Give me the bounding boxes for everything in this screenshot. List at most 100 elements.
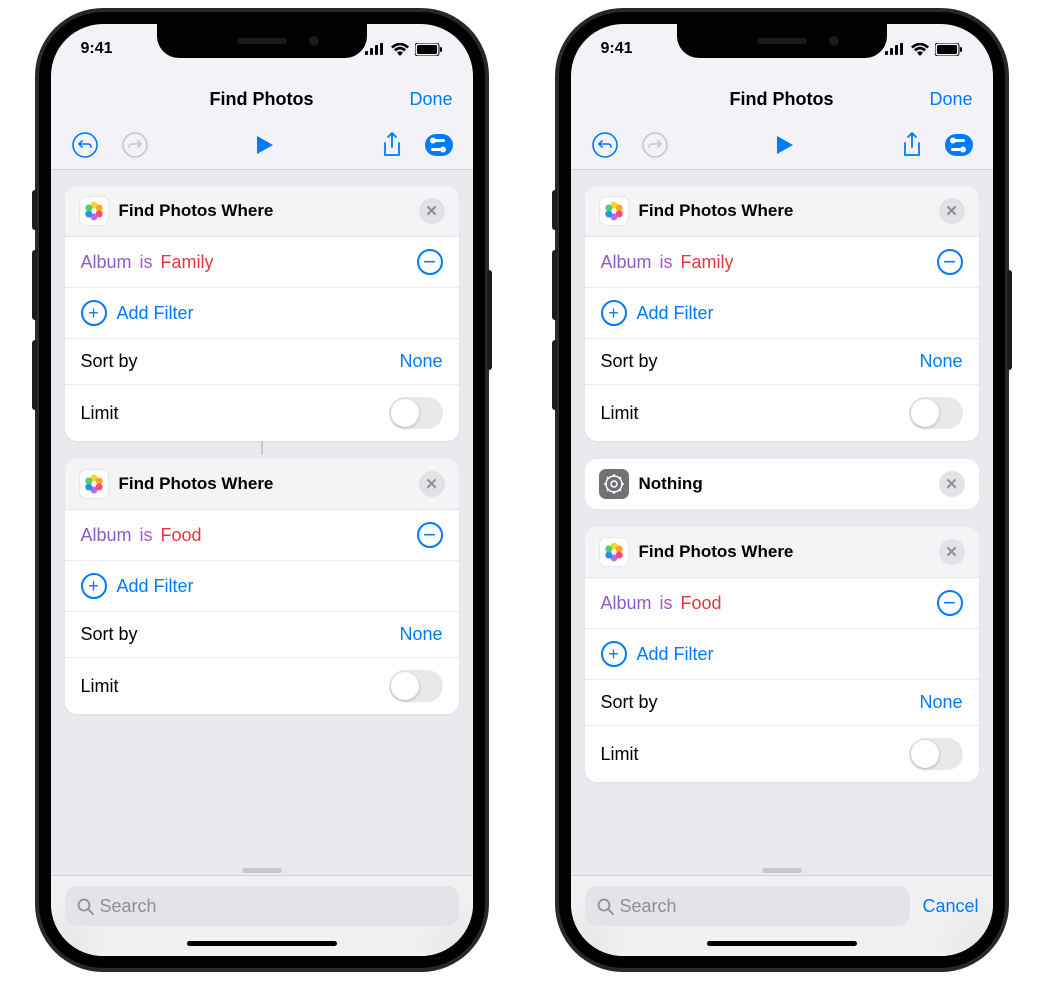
content-area: Find Photos Where ✕ Album is Family − + … — [571, 170, 993, 956]
limit-label: Limit — [81, 676, 119, 697]
wifi-icon — [391, 43, 409, 56]
limit-label: Limit — [601, 744, 639, 765]
photos-icon — [79, 196, 109, 226]
nothing-card[interactable]: Nothing ✕ — [585, 459, 979, 509]
sort-label: Sort by — [601, 351, 658, 372]
filter-row[interactable]: Album is Family − — [585, 237, 979, 288]
sort-value: None — [399, 351, 442, 372]
remove-filter-icon[interactable]: − — [937, 249, 963, 275]
content-area: Find Photos Where ✕ Album is Family − + … — [51, 170, 473, 956]
sort-value: None — [399, 624, 442, 645]
page-title: Find Photos — [730, 89, 834, 110]
search-icon — [597, 898, 614, 915]
card-title: Find Photos Where — [639, 201, 794, 221]
nav-bar: Find Photos Done — [571, 74, 993, 124]
grabber-handle[interactable] — [242, 868, 282, 873]
signal-icon — [885, 43, 905, 55]
home-indicator[interactable] — [707, 941, 857, 946]
limit-toggle[interactable] — [909, 397, 963, 429]
notch — [157, 24, 367, 58]
search-placeholder: Search — [620, 896, 677, 917]
sort-label: Sort by — [601, 692, 658, 713]
redo-button — [121, 131, 149, 159]
add-filter-label: Add Filter — [637, 644, 714, 665]
filter-field: Album — [601, 593, 652, 614]
remove-filter-icon[interactable]: − — [417, 522, 443, 548]
settings-button[interactable] — [945, 134, 973, 156]
play-button[interactable] — [775, 134, 795, 156]
limit-row: Limit — [65, 385, 459, 441]
add-filter-button[interactable]: + Add Filter — [65, 288, 459, 339]
play-button[interactable] — [255, 134, 275, 156]
phone-right: 9:41 Find Photos Done — [557, 10, 1007, 970]
remove-filter-icon[interactable]: − — [417, 249, 443, 275]
status-time: 9:41 — [601, 40, 633, 58]
nav-bar: Find Photos Done — [51, 74, 473, 124]
plus-icon: + — [601, 300, 627, 326]
filter-value: Family — [681, 252, 734, 273]
limit-toggle[interactable] — [389, 670, 443, 702]
search-icon — [77, 898, 94, 915]
limit-label: Limit — [81, 403, 119, 424]
connector-line — [261, 441, 263, 455]
filter-op: is — [140, 525, 153, 546]
filter-value: Food — [161, 525, 202, 546]
add-filter-button[interactable]: + Add Filter — [585, 629, 979, 680]
done-button[interactable]: Done — [409, 89, 452, 110]
close-icon[interactable]: ✕ — [419, 471, 445, 497]
find-photos-card: Find Photos Where ✕ Album is Food − + Ad… — [585, 527, 979, 782]
home-indicator[interactable] — [187, 941, 337, 946]
filter-value: Food — [681, 593, 722, 614]
filter-row[interactable]: Album is Food − — [65, 510, 459, 561]
status-time: 9:41 — [81, 40, 113, 58]
card-header[interactable]: Find Photos Where ✕ — [65, 459, 459, 510]
toolbar — [51, 124, 473, 170]
search-input[interactable]: Search — [65, 886, 459, 926]
find-photos-card: Find Photos Where ✕ Album is Family − + … — [65, 186, 459, 441]
sort-label: Sort by — [81, 624, 138, 645]
share-button[interactable] — [381, 131, 403, 159]
limit-toggle[interactable] — [909, 738, 963, 770]
card-header[interactable]: Find Photos Where ✕ — [585, 186, 979, 237]
sort-label: Sort by — [81, 351, 138, 372]
grabber-handle[interactable] — [762, 868, 802, 873]
add-filter-button[interactable]: + Add Filter — [65, 561, 459, 612]
share-button[interactable] — [901, 131, 923, 159]
card-title: Find Photos Where — [119, 201, 274, 221]
settings-button[interactable] — [425, 134, 453, 156]
undo-button[interactable] — [71, 131, 99, 159]
limit-row: Limit — [65, 658, 459, 714]
card-title: Find Photos Where — [119, 474, 274, 494]
card-title: Find Photos Where — [639, 542, 794, 562]
filter-row[interactable]: Album is Food − — [585, 578, 979, 629]
plus-icon: + — [81, 300, 107, 326]
search-input[interactable]: Search — [585, 886, 911, 926]
close-icon[interactable]: ✕ — [939, 471, 965, 497]
add-filter-label: Add Filter — [117, 576, 194, 597]
sort-row[interactable]: Sort by None — [585, 680, 979, 726]
add-filter-button[interactable]: + Add Filter — [585, 288, 979, 339]
undo-button[interactable] — [591, 131, 619, 159]
card-header[interactable]: Find Photos Where ✕ — [65, 186, 459, 237]
close-icon[interactable]: ✕ — [939, 198, 965, 224]
close-icon[interactable]: ✕ — [419, 198, 445, 224]
plus-icon: + — [81, 573, 107, 599]
sort-row[interactable]: Sort by None — [65, 612, 459, 658]
cancel-button[interactable]: Cancel — [922, 896, 978, 917]
add-filter-label: Add Filter — [637, 303, 714, 324]
card-header[interactable]: Find Photos Where ✕ — [585, 527, 979, 578]
limit-toggle[interactable] — [389, 397, 443, 429]
filter-op: is — [140, 252, 153, 273]
filter-row[interactable]: Album is Family − — [65, 237, 459, 288]
sort-row[interactable]: Sort by None — [585, 339, 979, 385]
done-button[interactable]: Done — [929, 89, 972, 110]
remove-filter-icon[interactable]: − — [937, 590, 963, 616]
sort-row[interactable]: Sort by None — [65, 339, 459, 385]
filter-value: Family — [161, 252, 214, 273]
close-icon[interactable]: ✕ — [939, 539, 965, 565]
gear-icon — [599, 469, 629, 499]
sort-value: None — [919, 351, 962, 372]
photos-icon — [599, 537, 629, 567]
toolbar — [571, 124, 993, 170]
battery-icon — [935, 43, 963, 56]
